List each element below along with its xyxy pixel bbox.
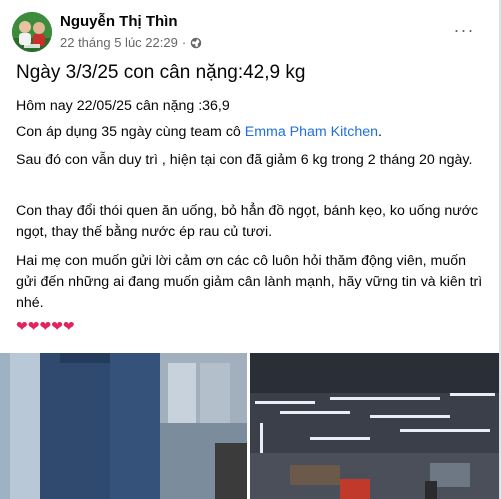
post-paragraph-1: Hôm nay 22/05/25 cân nặng :36,9 bbox=[16, 98, 230, 114]
mention-link[interactable]: Emma Pham Kitchen bbox=[245, 124, 378, 140]
photo-left[interactable] bbox=[0, 353, 247, 499]
post-paragraph-5: Hai mẹ con muốn gửi lời cảm ơn các cô lu… bbox=[16, 253, 483, 311]
post-paragraph-2: Con áp dụng 35 ngày cùng team cô Emma Ph… bbox=[16, 122, 486, 143]
post-timestamp[interactable]: 22 tháng 5 lúc 22:29 bbox=[60, 35, 178, 50]
more-horizontal-icon: ··· bbox=[453, 20, 475, 40]
paragraph-2-text: Con áp dụng 35 ngày cùng team cô bbox=[16, 124, 245, 140]
photo-right[interactable] bbox=[250, 353, 499, 499]
post-header: Nguyễn Thị Thìn 22 tháng 5 lúc 22:29 · ·… bbox=[12, 12, 490, 54]
post-meta: 22 tháng 5 lúc 22:29 · bbox=[60, 35, 202, 50]
meta-separator: · bbox=[181, 35, 187, 50]
heart-emojis: ❤❤❤❤❤ bbox=[16, 318, 75, 334]
paragraph-2-end: . bbox=[378, 124, 382, 140]
post-paragraph-4: Con thay đổi thói quen ăn uống, bỏ hẳn đ… bbox=[16, 203, 479, 240]
avatar[interactable] bbox=[12, 12, 52, 52]
post-paragraph-3: Sau đó con vẫn duy trì , hiện tại con đã… bbox=[16, 152, 473, 168]
post-card: Nguyễn Thị Thìn 22 tháng 5 lúc 22:29 · ·… bbox=[0, 0, 500, 499]
author-name[interactable]: Nguyễn Thị Thìn bbox=[60, 13, 178, 30]
post-title: Ngày 3/3/25 con cân nặng:42,9 kg bbox=[16, 62, 306, 83]
globe-icon[interactable] bbox=[190, 37, 202, 49]
more-options-button[interactable]: ··· bbox=[450, 16, 478, 44]
post-photos bbox=[0, 353, 499, 499]
